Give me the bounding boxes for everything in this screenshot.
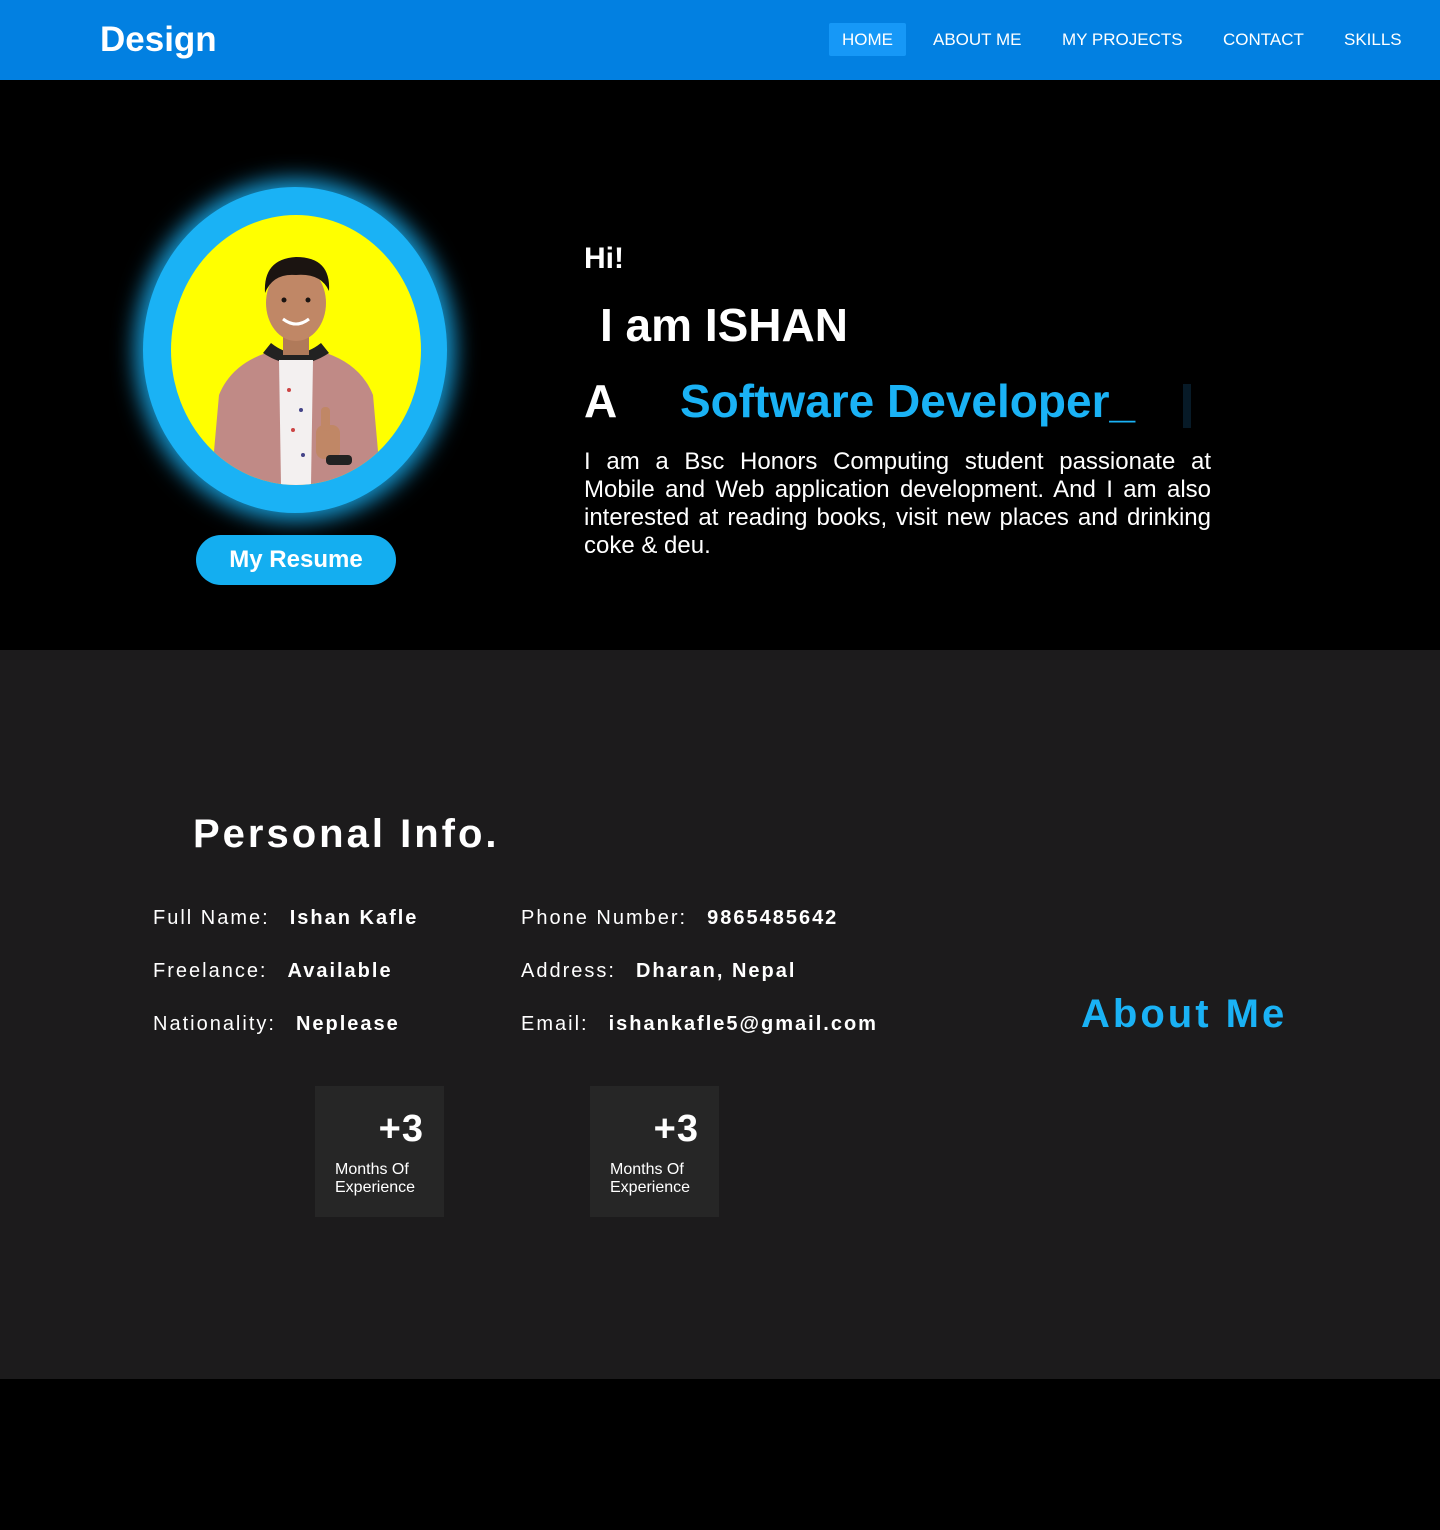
info-row-nationality: Nationality: Neplease [153,1013,400,1036]
info-value: Dharan, Nepal [635,960,797,982]
nav-my-projects[interactable]: MY PROJECTS [1049,23,1196,56]
hero-section: My Resume Hi! I am ISHAN A Software Deve… [0,80,1440,650]
info-label: Email: [521,1013,589,1035]
info-value[interactable]: ishankafle5@gmail.com [609,1013,878,1035]
info-row-email: Email: ishankafle5@gmail.com [521,1013,878,1036]
nav-about-me[interactable]: ABOUT ME [920,23,1034,56]
intro-heading: I am ISHAN [600,299,848,351]
info-label: Address: [521,960,616,982]
stat-caption: Months Of Experience [335,1161,416,1196]
footer [0,1379,1440,1530]
info-label: Phone Number: [521,907,688,929]
avatar [171,215,421,485]
my-resume-button[interactable]: My Resume [196,535,396,585]
info-row-address: Address: Dharan, Nepal [521,960,796,983]
info-value: Neplease [295,1013,400,1035]
nav-home[interactable]: HOME [829,23,906,56]
nav-contact[interactable]: CONTACT [1210,23,1317,56]
role-typed-text: Software Developer_ [680,375,1136,427]
info-label: Nationality: [153,1013,276,1035]
bio-paragraph: I am a Bsc Honors Computing student pass… [584,448,1211,559]
nav-skills[interactable]: SKILLS [1331,23,1415,56]
top-nav: Design HOME ABOUT ME MY PROJECTS CONTACT… [0,0,1440,80]
greeting: Hi! [584,242,624,275]
info-label: Freelance: [153,960,268,982]
role-prefix: A [584,375,618,427]
info-label: Full Name: [153,907,270,929]
info-row-full-name: Full Name: Ishan Kafle [153,907,418,930]
info-value: 9865485642 [707,907,839,929]
info-value: Available [287,960,393,982]
experience-stat-card: +3 Months Of Experience [315,1086,444,1217]
stat-number: +3 [653,1108,699,1150]
experience-stat-card: +3 Months Of Experience [590,1086,719,1217]
brand-logo[interactable]: Design [100,20,217,60]
about-me-title: About Me [1081,992,1288,1036]
profile-photo [211,257,381,485]
stat-caption: Months Of Experience [610,1161,691,1196]
personal-info-section: Personal Info. Full Name: Ishan Kafle Fre… [0,650,1440,1379]
info-value: Ishan Kafle [289,907,419,929]
personal-info-title: Personal Info. [193,812,500,856]
info-row-phone: Phone Number: 9865485642 [521,907,838,930]
typing-cursor [1183,384,1191,428]
stat-number: +3 [378,1108,424,1150]
avatar-ring [143,187,447,513]
info-row-freelance: Freelance: Available [153,960,393,983]
